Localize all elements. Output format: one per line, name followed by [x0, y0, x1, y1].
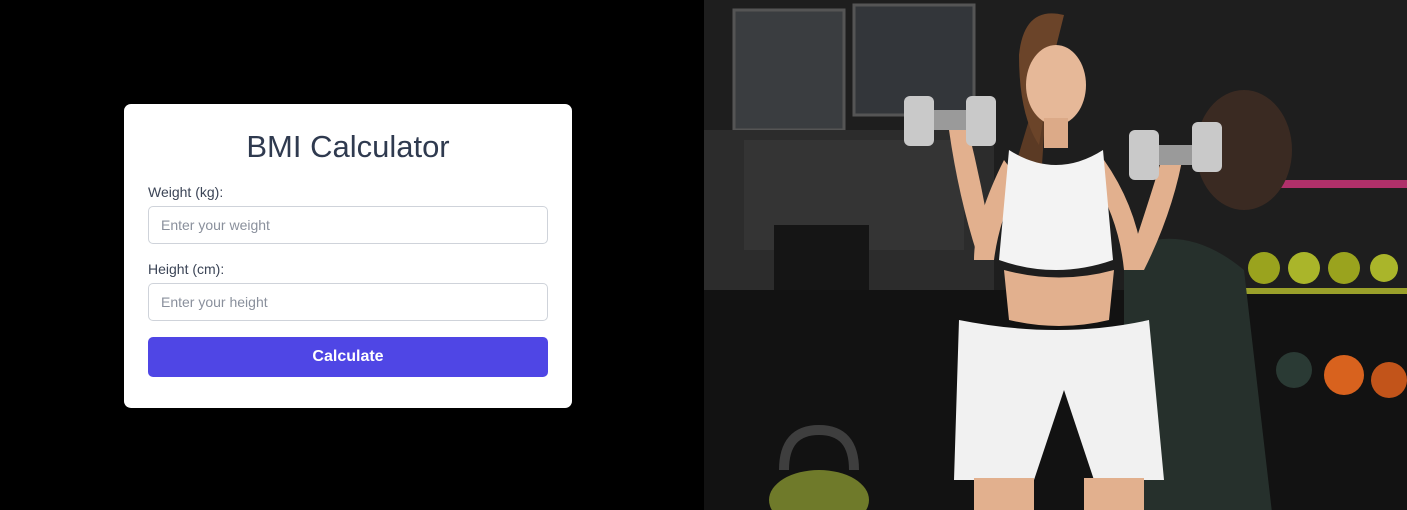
height-label: Height (cm):	[148, 261, 225, 277]
bmi-form-card: BMI Calculator Weight (kg): Height (cm):…	[124, 104, 572, 408]
weight-input[interactable]	[148, 206, 548, 244]
hero-image	[704, 0, 1407, 510]
page: BMI Calculator Weight (kg): Height (cm):…	[0, 0, 1407, 510]
weight-label: Weight (kg):	[148, 184, 224, 200]
fitness-photo-illustration	[704, 0, 1407, 510]
form-pane: BMI Calculator Weight (kg): Height (cm):…	[0, 0, 704, 510]
calculate-button[interactable]: Calculate	[148, 337, 548, 377]
form-title: BMI Calculator	[246, 129, 450, 164]
height-input[interactable]	[148, 283, 548, 321]
